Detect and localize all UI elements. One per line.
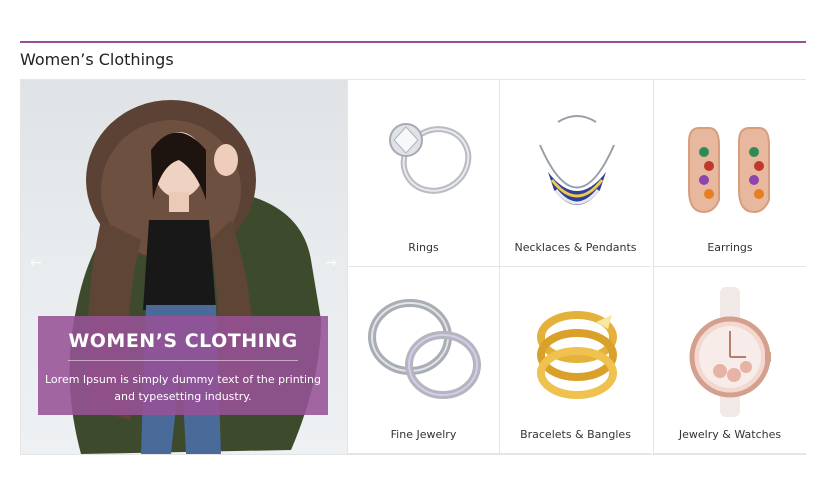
arrow-left-icon[interactable]: ←	[30, 255, 42, 271]
category-tile-bracelets[interactable]: Bracelets & Bangles	[499, 267, 651, 454]
necklace-icon	[539, 115, 615, 205]
fine-jewelry-icon	[368, 299, 481, 399]
watch-icon	[689, 287, 771, 417]
category-tile-rings[interactable]: Rings	[347, 80, 499, 267]
banner-heading: WOMEN’S CLOTHING	[68, 330, 298, 352]
banner-description: Lorem Ipsum is simply dummy text of the …	[38, 371, 328, 405]
category-label: Bracelets & Bangles	[520, 428, 631, 441]
section-divider	[20, 41, 806, 43]
bracelet-icon	[537, 311, 617, 399]
category-tile-earrings[interactable]: Earrings	[653, 80, 806, 267]
banner-description-line-1: Lorem Ipsum is simply dummy text of the …	[45, 373, 321, 386]
ring-icon	[389, 123, 472, 194]
category-tile-necklaces[interactable]: Necklaces & Pendants	[499, 80, 651, 267]
category-label: Fine Jewelry	[390, 428, 457, 441]
banner-description-line-2: and typesetting industry.	[114, 390, 252, 403]
category-tile-watches[interactable]: Jewelry & Watches	[653, 267, 806, 454]
category-tile-fine-jewelry[interactable]: Fine Jewelry	[347, 267, 499, 454]
banner-caption-card: WOMEN’S CLOTHING Lorem Ipsum is simply d…	[38, 316, 328, 415]
category-label: Jewelry & Watches	[678, 428, 782, 441]
banner-divider	[68, 360, 298, 361]
category-label: Earrings	[707, 241, 753, 254]
earrings-icon	[688, 127, 770, 214]
arrow-right-icon[interactable]: →	[325, 255, 337, 271]
category-label: Rings	[408, 241, 439, 254]
category-label: Necklaces & Pendants	[514, 241, 637, 254]
section-title: Women’s Clothings	[20, 50, 174, 69]
